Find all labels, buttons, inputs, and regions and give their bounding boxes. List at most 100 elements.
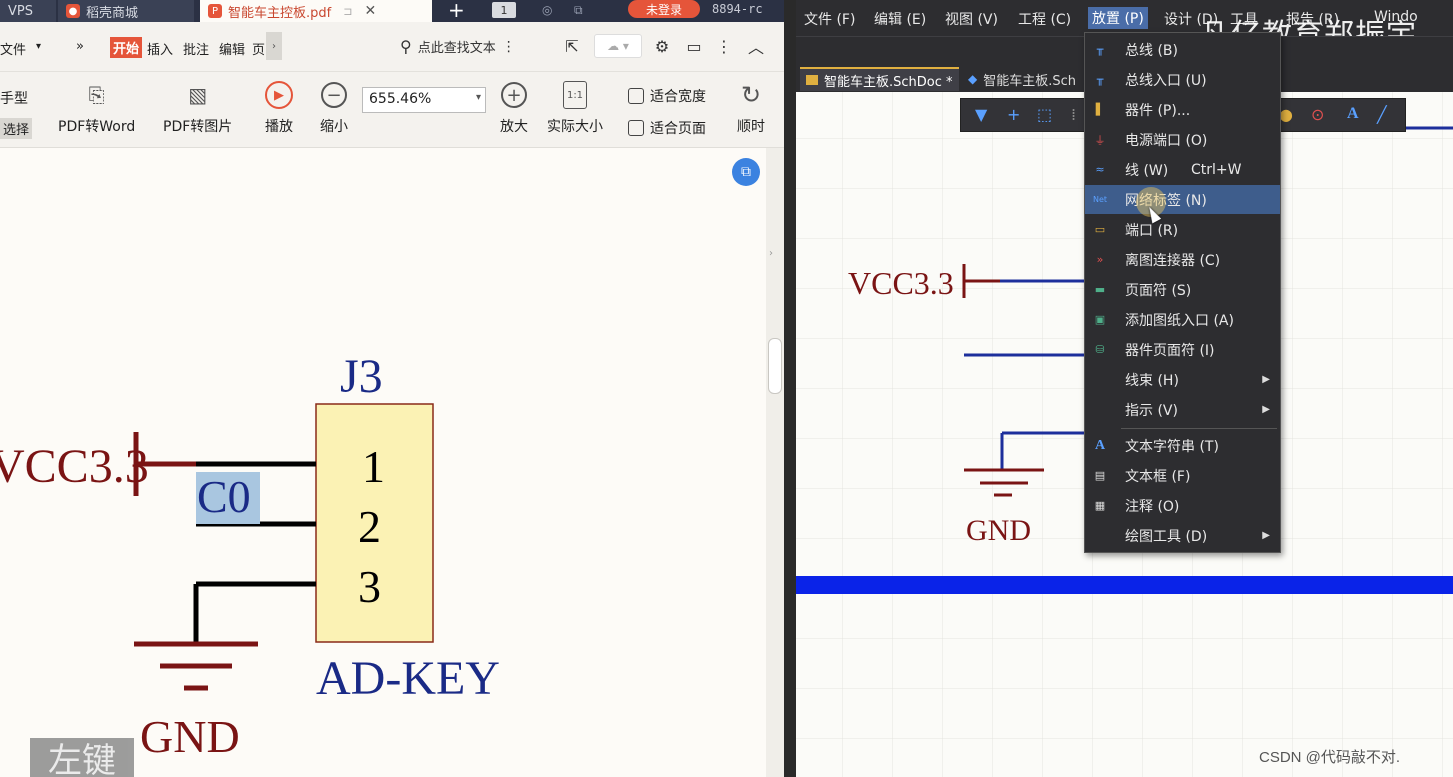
menu-place[interactable]: 放置 (P) <box>1088 7 1148 29</box>
j3-designator[interactable]: J3 <box>340 350 383 403</box>
play-button[interactable]: ▶ 播放 <box>262 78 296 136</box>
menu-item-net-label[interactable]: Net 网络标签 (N) <box>1085 185 1280 214</box>
menu-item-directives[interactable]: 指示 (V) ▶ <box>1085 395 1280 424</box>
hand-tool[interactable]: 手型 <box>0 88 28 108</box>
pin-icon[interactable]: ⊐ <box>343 5 352 18</box>
vertical-scrollbar[interactable]: › <box>766 148 784 777</box>
new-tab-icon[interactable]: + <box>448 0 465 22</box>
fit-page-button[interactable]: 适合页面 <box>628 118 706 138</box>
scroll-arrow-icon[interactable]: › <box>769 248 773 259</box>
menu-item-label: 指示 (V) <box>1125 402 1178 419</box>
menu-item-label: 线 (W) <box>1125 162 1169 179</box>
gnd-label[interactable]: GND <box>140 711 240 762</box>
gnd-label[interactable]: GND <box>966 514 1031 547</box>
menu-scroll-right-icon[interactable]: › <box>266 32 282 60</box>
menu-item-note[interactable]: ▦ 注释 (O) <box>1085 491 1280 520</box>
pdf-page-canvas[interactable]: J3 VCC3.3 C0 1 2 3 AD-KEY GND <box>0 148 766 777</box>
menu-start[interactable]: 开始 <box>110 37 143 58</box>
menu-item-sheet-symbol[interactable]: ▬ 页面符 (S) <box>1085 275 1280 304</box>
comment-icon[interactable]: ▭ <box>682 34 706 58</box>
menu-insert[interactable]: 插入 <box>147 39 173 58</box>
more-options-icon[interactable]: ⋮ <box>712 34 736 58</box>
directive-icon[interactable]: ⊙ <box>1311 105 1324 124</box>
menu-annotate[interactable]: 批注 <box>183 39 209 58</box>
tab-pdf-document[interactable]: P 智能车主控板.pdf ⊐ ✕ <box>200 0 432 22</box>
menu-item-bus-entry[interactable]: ╥ 总线入口 (U) <box>1085 65 1280 94</box>
zoom-in-button[interactable]: + 放大 <box>497 78 531 136</box>
menu-item-text-string[interactable]: A 文本字符串 (T) <box>1085 431 1280 460</box>
part-name-ad-key[interactable]: AD-KEY <box>316 652 500 705</box>
gear-icon[interactable]: ⚙ <box>650 34 674 58</box>
tab-schdoc-second[interactable]: ◆ 智能车主板.Sch <box>962 67 1082 91</box>
rotate-label: 顺时 <box>737 119 765 135</box>
tab-count-badge[interactable]: 1 <box>492 2 516 18</box>
select-tool[interactable]: 选择 <box>0 118 33 139</box>
menu-item-off-sheet-connector[interactable]: » 离图连接器 (C) <box>1085 245 1280 274</box>
menu-item-bus[interactable]: ╥ 总线 (B) <box>1085 35 1280 64</box>
more-vert-icon[interactable]: ⋮ <box>502 39 516 55</box>
menu-item-text-frame[interactable]: ▤ 文本框 (F) <box>1085 461 1280 490</box>
menu-item-power-port[interactable]: ⏚ 电源端口 (O) <box>1085 125 1280 154</box>
history-icon[interactable]: ◎ <box>542 3 558 19</box>
search-placeholder: 点此查找文本 <box>417 41 496 56</box>
share-icon[interactable]: ⇱ <box>560 34 584 58</box>
collapse-ribbon-icon[interactable]: ︿ <box>744 34 768 58</box>
zoom-level-input[interactable]: 655.46% ▾ <box>362 87 486 113</box>
tab-docer-mall[interactable]: ● 稻壳商城 <box>58 0 194 22</box>
line-draw-icon[interactable]: ╱ <box>1377 105 1387 124</box>
vcc-label[interactable]: VCC3.3 <box>848 265 954 301</box>
select-rect-icon[interactable]: ⬚ <box>1037 105 1052 124</box>
bus-line[interactable] <box>796 576 1453 594</box>
float-panel-icon[interactable]: ⧉ <box>732 158 760 186</box>
zoom-out-button[interactable]: − 缩小 <box>317 78 351 136</box>
fit-page-label: 适合页面 <box>650 121 706 137</box>
pdf-to-image-label: PDF转图片 <box>163 119 233 135</box>
fit-width-button[interactable]: 适合宽度 <box>628 86 706 106</box>
menu-item-harness[interactable]: 线束 (H) ▶ <box>1085 365 1280 394</box>
fit-page-icon <box>628 120 644 136</box>
submenu-arrow-icon: ▶ <box>1262 404 1270 415</box>
play-icon: ▶ <box>265 81 293 109</box>
menu-item-wire[interactable]: ≈ 线 (W) Ctrl+W <box>1085 155 1280 184</box>
menu-edit[interactable]: 编辑 <box>219 39 245 58</box>
chevron-down-icon[interactable]: ▾ <box>36 41 41 52</box>
scrollbar-thumb[interactable] <box>768 338 782 394</box>
menu-page[interactable]: 页 <box>252 39 265 58</box>
align-icon[interactable]: ⁞ <box>1071 105 1076 124</box>
close-tab-icon[interactable]: ✕ <box>364 3 376 19</box>
menu-edit[interactable]: 编辑 (E) <box>874 9 926 29</box>
menu-item-device-sheet-symbol[interactable]: ⛁ 器件页面符 (I) <box>1085 335 1280 364</box>
menu-more[interactable]: » <box>76 39 84 54</box>
tab-schdoc-active[interactable]: 智能车主板.SchDoc * <box>800 67 959 91</box>
menu-file[interactable]: 文件 (F) <box>804 9 855 29</box>
port-icon[interactable]: ● <box>1279 105 1293 124</box>
window-divider[interactable] <box>784 0 796 777</box>
menu-file[interactable]: 文件 <box>0 39 26 58</box>
actual-size-button[interactable]: 1:1 实际大小 <box>547 78 603 136</box>
net-label-c0[interactable]: C0 <box>197 471 251 522</box>
menu-item-label: 电源端口 (O) <box>1125 132 1208 149</box>
menu-item-sheet-entry[interactable]: ▣ 添加图纸入口 (A) <box>1085 305 1280 334</box>
window-restore-icon[interactable]: ⧉ <box>574 3 590 19</box>
tab-vps[interactable]: VPS <box>0 0 56 22</box>
find-text-search[interactable]: ⚲ 点此查找文本 ⋮ <box>400 37 516 56</box>
menu-project[interactable]: 工程 (C) <box>1018 9 1071 29</box>
pin-1-number: 1 <box>362 441 385 492</box>
rotate-button[interactable]: ↻ 顺时 <box>734 78 768 136</box>
menu-item-drawing-tools[interactable]: 绘图工具 (D) ▶ <box>1085 521 1280 550</box>
menu-view[interactable]: 视图 (V) <box>945 9 998 29</box>
vcc-label[interactable]: VCC3.3 <box>0 440 149 493</box>
text-string-icon[interactable]: A <box>1347 105 1359 123</box>
pdf-to-word-button[interactable]: ⎘ PDF转Word <box>58 78 135 136</box>
chevron-down-icon[interactable]: ▾ <box>476 92 481 103</box>
menu-item-port[interactable]: ▭ 端口 (R) <box>1085 215 1280 244</box>
move-cross-icon[interactable]: + <box>1007 105 1020 124</box>
place-dropdown-menu: ╥ 总线 (B) ╥ 总线入口 (U) ▌ 器件 (P)... ⏚ 电源端口 (… <box>1084 32 1281 553</box>
submenu-arrow-icon: ▶ <box>1262 530 1270 541</box>
cloud-sync-button[interactable]: ☁ ▾ <box>594 34 642 58</box>
menu-item-part[interactable]: ▌ 器件 (P)... <box>1085 95 1280 124</box>
docer-logo-icon: ● <box>66 4 80 18</box>
login-button[interactable]: 未登录 <box>628 0 700 18</box>
filter-icon[interactable]: ▼ <box>975 105 987 124</box>
pdf-to-image-button[interactable]: ▧ PDF转图片 <box>163 78 232 136</box>
